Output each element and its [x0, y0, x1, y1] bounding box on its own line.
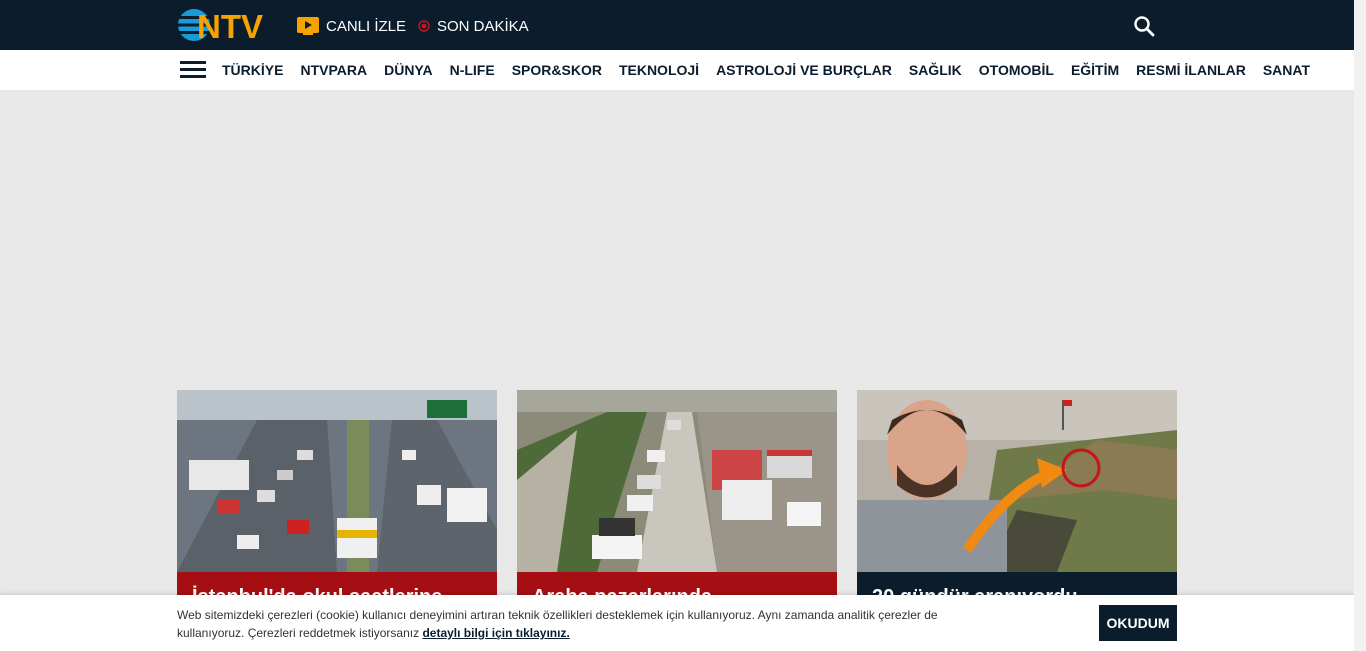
- top-header: NTV CANLI İZLE SON DAKİKA: [0, 0, 1354, 50]
- nav-item-saglik[interactable]: SAĞLIK: [909, 62, 962, 78]
- news-image-traffic[interactable]: [177, 390, 497, 572]
- nav-item-resmi-ilanlar[interactable]: RESMİ İLANLAR: [1136, 62, 1246, 78]
- page-scrollbar[interactable]: [1354, 0, 1366, 651]
- live-label: CANLI İZLE: [326, 17, 407, 35]
- logo-text: NTV: [197, 8, 263, 43]
- cookie-accept-button[interactable]: OKUDUM: [1099, 605, 1177, 641]
- live-watch-link[interactable]: CANLI İZLE: [297, 16, 406, 36]
- nav-items: TÜRKİYE NTVPARA DÜNYA N-LIFE SPOR&SKOR T…: [222, 50, 1327, 90]
- breaking-dot-icon: [418, 20, 430, 32]
- cookie-details-link[interactable]: detaylı bilgi için tıklayınız.: [422, 626, 569, 640]
- nav-item-ntvpara[interactable]: NTVPARA: [300, 62, 367, 78]
- nav-item-astroloji[interactable]: ASTROLOJİ VE BURÇLAR: [716, 62, 892, 78]
- cookie-banner: Web sitemizdeki çerezleri (cookie) kulla…: [0, 595, 1354, 651]
- category-nav: TÜRKİYE NTVPARA DÜNYA N-LIFE SPOR&SKOR T…: [0, 50, 1354, 90]
- ntv-logo[interactable]: NTV: [177, 7, 269, 43]
- nav-item-sanat[interactable]: SANAT: [1263, 62, 1310, 78]
- nav-item-egitim[interactable]: EĞİTİM: [1071, 62, 1119, 78]
- nav-item-otomobil[interactable]: OTOMOBİL: [979, 62, 1054, 78]
- breaking-news-link[interactable]: SON DAKİKA: [418, 16, 529, 36]
- ad-placeholder: [0, 90, 1354, 390]
- nav-item-n-life[interactable]: N-LIFE: [450, 62, 495, 78]
- hamburger-menu-icon[interactable]: [180, 61, 206, 79]
- nav-item-dunya[interactable]: DÜNYA: [384, 62, 433, 78]
- search-icon[interactable]: [1133, 15, 1155, 37]
- nav-item-spor-skor[interactable]: SPOR&SKOR: [512, 62, 602, 78]
- live-tv-icon: [297, 17, 319, 35]
- breaking-label: SON DAKİKA: [437, 17, 529, 35]
- nav-item-teknoloji[interactable]: TEKNOLOJİ: [619, 62, 699, 78]
- news-image-missing-person[interactable]: [857, 390, 1177, 572]
- cookie-text: Web sitemizdeki çerezleri (cookie) kulla…: [177, 606, 967, 642]
- news-image-car-market[interactable]: [517, 390, 837, 572]
- nav-item-turkiye[interactable]: TÜRKİYE: [222, 62, 283, 78]
